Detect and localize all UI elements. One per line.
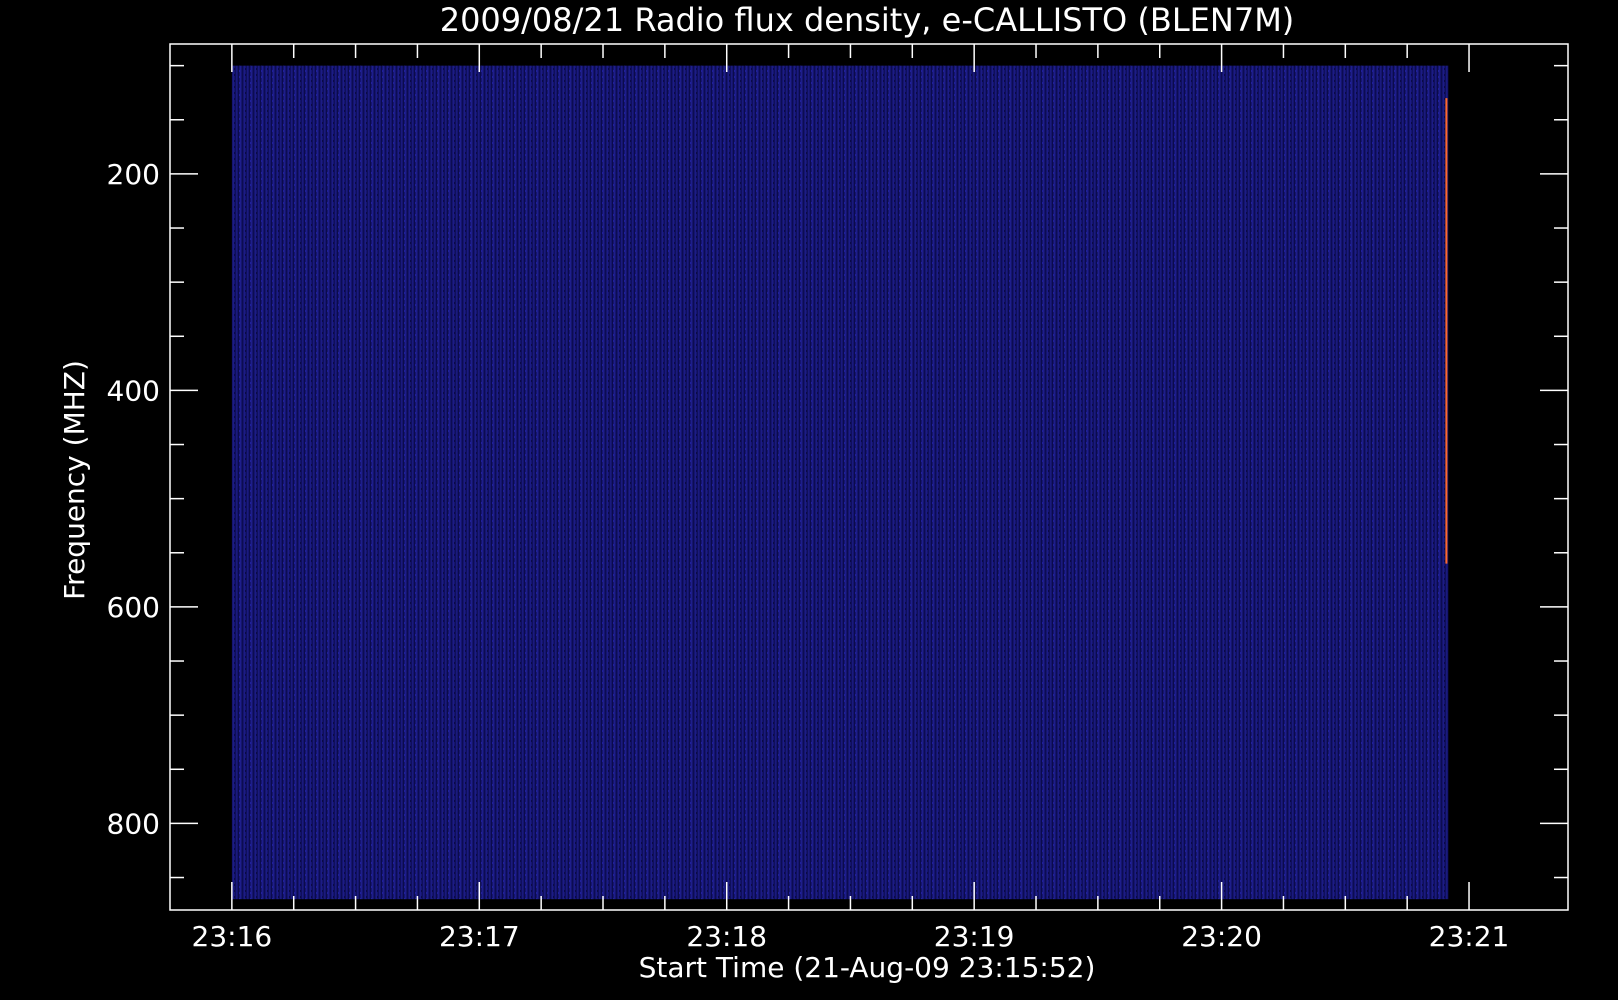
y-tick-label: 600: [107, 591, 160, 624]
x-axis-label: Start Time (21-Aug-09 23:15:52): [639, 951, 1096, 984]
spectrogram-image: [231, 65, 1449, 900]
y-tick-label: 800: [107, 807, 160, 840]
y-tick-labels: 200 400 600 800: [107, 158, 160, 841]
x-tick-label: 23:19: [934, 920, 1015, 953]
y-tick-label: 400: [107, 374, 160, 407]
x-tick-label: 23:21: [1429, 920, 1510, 953]
chart-title: 2009/08/21 Radio flux density, e-CALLIST…: [440, 1, 1295, 39]
y-axis-label: Frequency (MHZ): [58, 360, 91, 600]
x-tick-label: 23:20: [1181, 920, 1262, 953]
x-tick-labels: 23:16 23:17 23:18 23:19 23:20 23:21: [192, 920, 1510, 953]
spectrogram-chart: 2009/08/21 Radio flux density, e-CALLIST…: [58, 1, 1569, 984]
x-tick-label: 23:18: [686, 920, 767, 953]
y-tick-label: 200: [107, 158, 160, 191]
x-tick-label: 23:17: [439, 920, 520, 953]
x-tick-label: 23:16: [192, 920, 273, 953]
